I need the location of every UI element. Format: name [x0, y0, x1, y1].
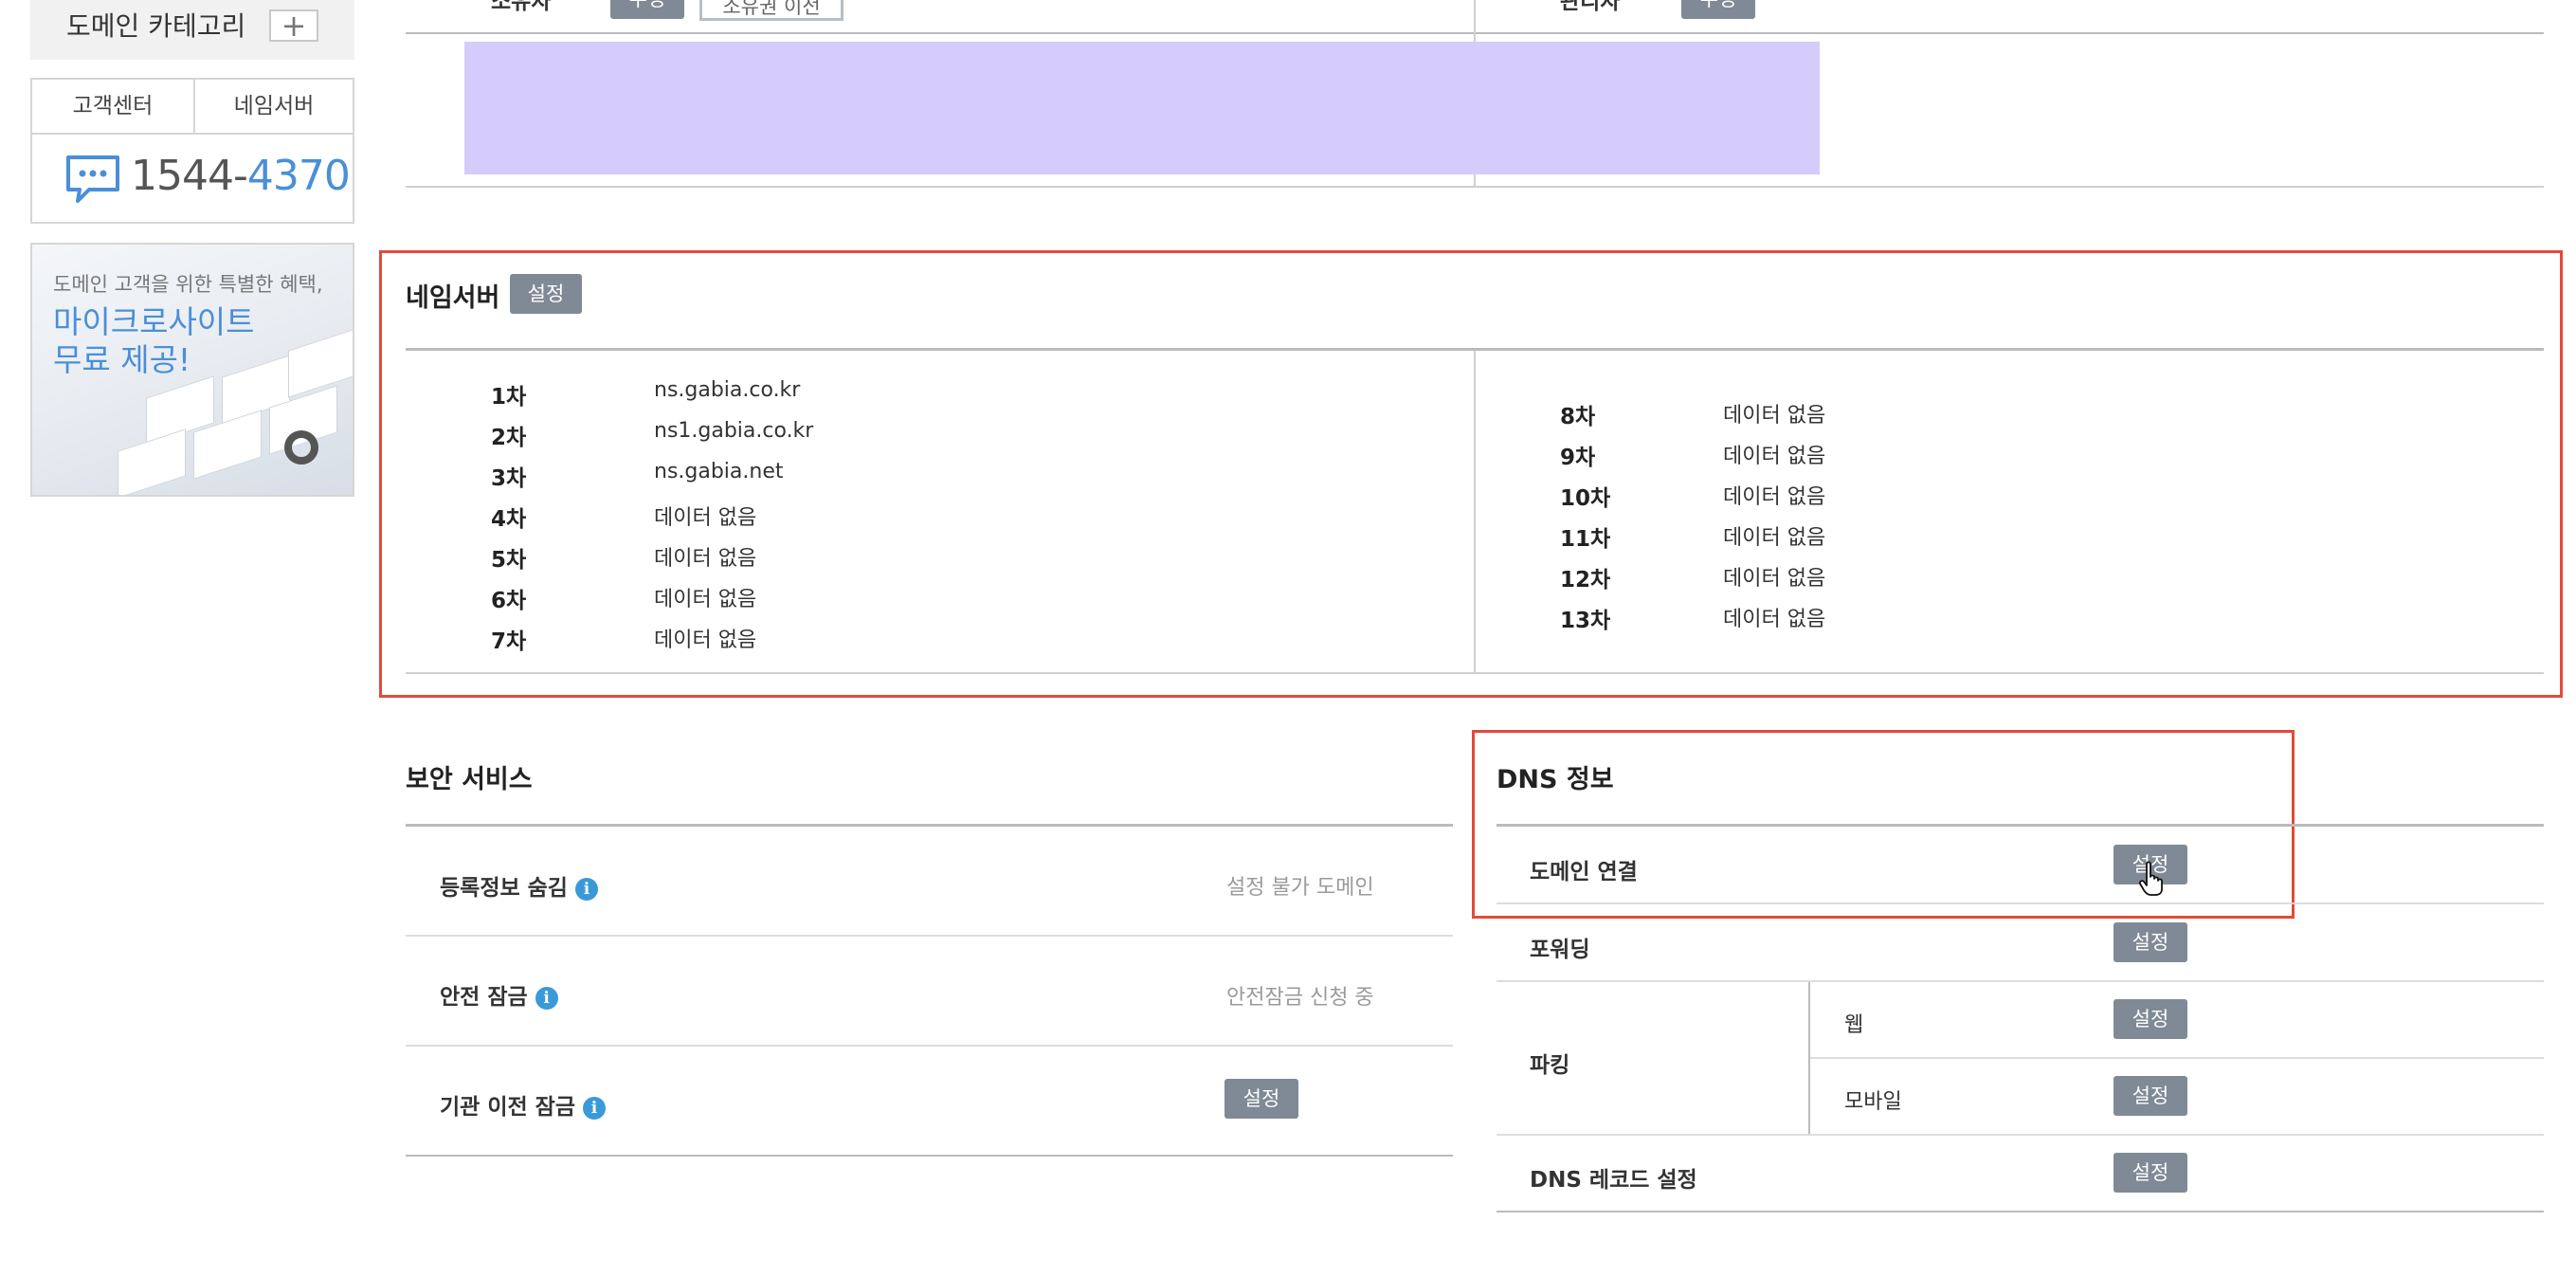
ns-rank-13: 13차	[1560, 609, 1611, 633]
ns-value-5: 데이터 없음	[654, 547, 757, 571]
ns-rank-12: 12차	[1560, 568, 1611, 592]
tab-customer-center[interactable]: 고객센터	[32, 80, 195, 135]
ns-value-8: 데이터 없음	[1723, 404, 1826, 428]
dns-records-setting-button[interactable]: 설정	[2113, 1153, 2187, 1193]
phone-prefix: 1544-	[131, 152, 248, 200]
parking-label: 파킹	[1530, 1053, 1570, 1078]
owner-transfer-button[interactable]: 소유권 이전	[699, 0, 844, 21]
ns-rank-4: 4차	[491, 507, 527, 532]
phone-suffix: 4370	[246, 152, 351, 200]
privacy-hide-status: 설정 불가 도메인	[1226, 876, 1374, 900]
promo-tile	[118, 428, 186, 495]
ns-rank-2: 2차	[491, 426, 527, 450]
transfer-lock-setting-button[interactable]: 설정	[1225, 1079, 1298, 1119]
ns-rank-5: 5차	[491, 548, 527, 573]
ns-value-13: 데이터 없음	[1723, 608, 1826, 631]
forwarding-setting-button[interactable]: 설정	[2113, 922, 2187, 962]
parking-mobile-setting-button[interactable]: 설정	[2113, 1076, 2187, 1116]
promo-title-line2: 무료 제공!	[53, 341, 191, 378]
divider	[406, 1045, 1453, 1047]
parking-web-setting-button[interactable]: 설정	[2113, 999, 2187, 1039]
admin-label: 관리자	[1560, 0, 1621, 14]
divider	[1497, 824, 2544, 827]
promo-tile	[288, 328, 353, 398]
disc-icon	[284, 430, 318, 465]
support-phone-number: 1544-4370	[131, 152, 351, 200]
owner-edit-button[interactable]: 수정	[610, 0, 684, 19]
info-icon[interactable]: i	[582, 1096, 606, 1120]
safe-lock-label: 안전 잠금	[440, 985, 528, 1010]
divider	[406, 186, 2544, 188]
ns-rank-6: 6차	[491, 589, 527, 613]
ns-value-6: 데이터 없음	[654, 588, 757, 611]
info-icon[interactable]: i	[574, 877, 598, 901]
ns-rank-11: 11차	[1560, 527, 1611, 552]
ns-value-4: 데이터 없음	[654, 506, 757, 530]
ns-value-9: 데이터 없음	[1723, 445, 1826, 468]
ns-value-12: 데이터 없음	[1723, 567, 1826, 591]
microsite-promo-banner[interactable]: 도메인 고객을 위한 특별한 혜택, 마이크로사이트 무료 제공!	[30, 243, 354, 497]
tab-nameserver[interactable]: 네임서버	[195, 80, 353, 135]
safe-lock-row: 안전 잠금 i	[440, 978, 558, 1011]
ns-value-11: 데이터 없음	[1723, 526, 1826, 550]
privacy-hide-label: 등록정보 숨김	[440, 876, 568, 901]
transfer-lock-label: 기관 이전 잠금	[440, 1095, 575, 1120]
promo-title-line1: 마이크로사이트	[53, 303, 255, 340]
divider	[406, 824, 1453, 827]
ns-value-10: 데이터 없음	[1723, 485, 1826, 509]
ns-value-2: ns1.gabia.co.kr	[654, 419, 814, 443]
customer-support-box: 고객센터 네임서버 1544-4370	[30, 78, 354, 224]
domain-category-label: 도메인 카테고리	[66, 10, 246, 42]
add-category-button[interactable]: +	[269, 8, 318, 44]
promo-subtitle: 도메인 고객을 위한 특별한 혜택,	[53, 273, 323, 296]
domain-link-label: 도메인 연결	[1530, 860, 1638, 884]
hand-cursor-icon	[2138, 861, 2163, 896]
admin-edit-button[interactable]: 수정	[1681, 0, 1755, 19]
transfer-lock-row: 기관 이전 잠금 i	[440, 1088, 606, 1121]
plus-icon: +	[281, 8, 307, 44]
divider	[406, 672, 2544, 674]
divider	[1497, 1134, 2544, 1136]
divider	[406, 935, 1453, 937]
safe-lock-status: 안전잠금 신청 중	[1226, 986, 1374, 1010]
ns-value-3: ns.gabia.net	[654, 460, 784, 483]
dns-records-label: DNS 레코드 설정	[1530, 1168, 1697, 1193]
ns-value-1: ns.gabia.co.kr	[654, 378, 801, 402]
ns-rank-10: 10차	[1560, 486, 1611, 511]
parking-web-label: 웹	[1844, 1013, 1864, 1037]
ns-rank-7: 7차	[491, 629, 527, 654]
divider	[1497, 1211, 2544, 1212]
nameserver-title: 네임서버	[406, 283, 500, 313]
info-icon[interactable]: i	[535, 986, 558, 1010]
divider	[406, 1155, 1453, 1157]
divider	[1497, 980, 2544, 982]
ns-rank-9: 9차	[1560, 446, 1596, 470]
security-title: 보안 서비스	[406, 765, 533, 794]
divider	[1810, 1057, 2544, 1059]
forwarding-label: 포워딩	[1530, 938, 1590, 962]
ns-rank-8: 8차	[1560, 405, 1596, 429]
parking-mobile-label: 모바일	[1844, 1090, 1902, 1114]
domain-category-box: 도메인 카테고리 +	[30, 0, 354, 60]
ns-rank-3: 3차	[491, 466, 527, 491]
divider	[1808, 982, 1810, 1136]
owner-label: 소유자	[491, 0, 552, 14]
highlight-overlay	[464, 42, 1820, 174]
dns-title: DNS 정보	[1497, 765, 1614, 794]
ns-value-7: 데이터 없음	[654, 629, 757, 652]
promo-title: 마이크로사이트 무료 제공!	[53, 303, 255, 379]
nameserver-setting-button[interactable]: 설정	[510, 274, 582, 314]
chat-bubble-icon	[66, 155, 119, 203]
ns-rank-1: 1차	[491, 385, 527, 410]
divider	[1474, 351, 1476, 673]
privacy-hide-row: 등록정보 숨김 i	[440, 869, 598, 902]
divider	[1497, 902, 2544, 904]
